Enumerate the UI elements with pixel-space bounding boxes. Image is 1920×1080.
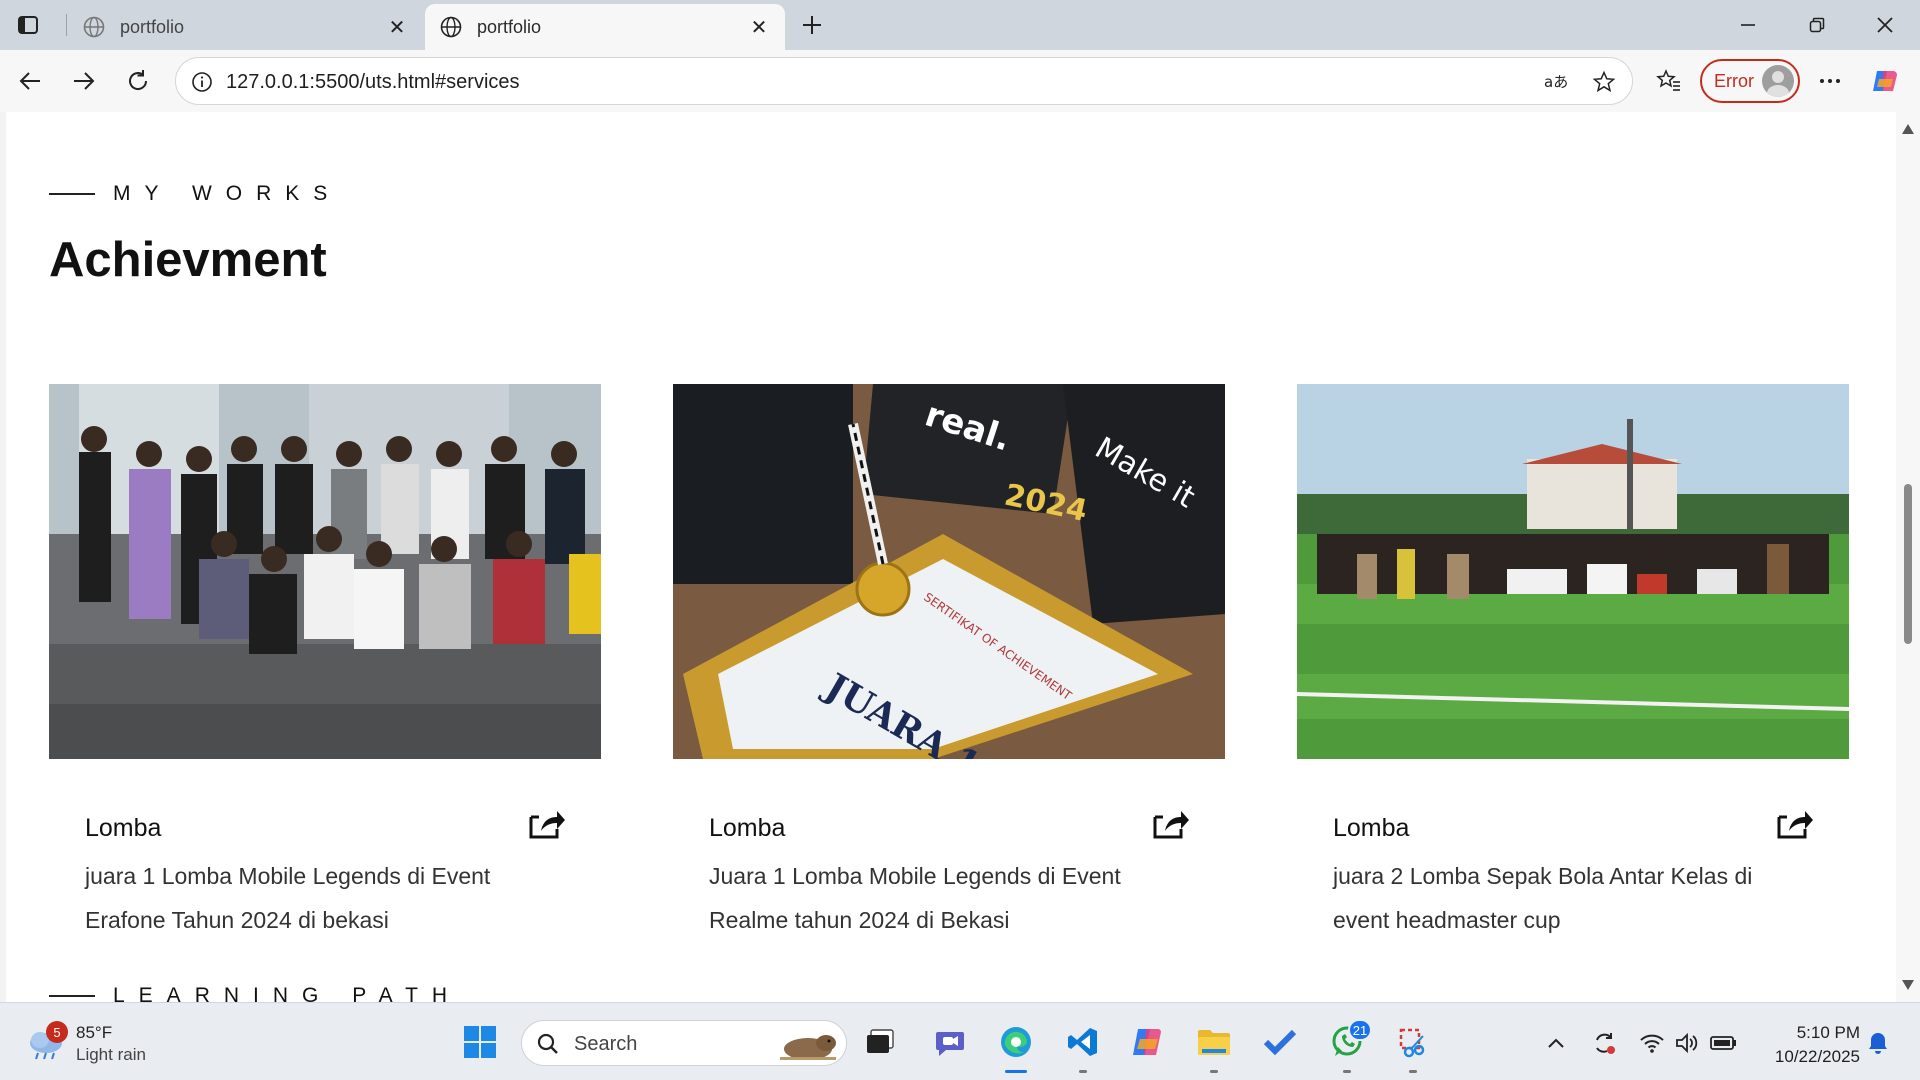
section-label: MY WORKS <box>49 182 341 206</box>
read-aloud-icon[interactable]: aあ <box>1542 68 1570 96</box>
share-icon[interactable] <box>527 807 567 841</box>
more-options-icon[interactable] <box>1812 63 1848 99</box>
achievement-photo-team <box>49 384 601 759</box>
close-icon[interactable]: ✕ <box>385 15 409 39</box>
chevron-up-icon[interactable] <box>1542 1029 1570 1057</box>
tab-portfolio-1[interactable]: portfolio ✕ <box>68 4 423 50</box>
profile-error-label: Error <box>1714 70 1754 91</box>
achievement-photo-football <box>1297 384 1849 759</box>
whatsapp-unread-badge: 21 <box>1348 1019 1372 1041</box>
wifi-icon[interactable] <box>1638 1029 1666 1057</box>
profile-error-button[interactable]: Error <box>1700 59 1800 103</box>
section-label-text: MY WORKS <box>113 182 342 205</box>
taskbar-search[interactable]: Search <box>521 1020 847 1066</box>
scroll-thumb[interactable] <box>1904 484 1912 644</box>
tab-title: portfolio <box>477 16 542 37</box>
page-viewport: MY WORKS Achievment Lomba juara 1 Lomba … <box>6 112 1896 1002</box>
running-app-indicator <box>1343 1070 1351 1073</box>
copilot-app-icon[interactable] <box>1124 1019 1170 1065</box>
clock-time: 5:10 PM <box>1796 1023 1860 1042</box>
battery-icon[interactable] <box>1710 1029 1738 1057</box>
restore-icon[interactable] <box>1782 0 1852 50</box>
search-icon <box>536 1032 560 1056</box>
achievement-card[interactable]: real. Make it 2024 JUARA 1 SERTIFIKAT OF… <box>673 384 1225 933</box>
section-line <box>49 193 95 195</box>
back-icon[interactable] <box>12 63 48 99</box>
file-explorer-icon[interactable] <box>1191 1019 1237 1073</box>
edge-browser-icon[interactable] <box>993 1019 1039 1073</box>
sync-status-icon[interactable] <box>1590 1029 1618 1057</box>
share-icon[interactable] <box>1775 807 1815 841</box>
close-icon[interactable]: ✕ <box>747 15 771 39</box>
tab-actions-icon[interactable] <box>14 11 42 39</box>
weather-condition: Light rain <box>76 1045 146 1064</box>
card-description: Juara 1 Lomba Mobile Legends di Event Re… <box>709 863 1121 933</box>
browser-toolbar: 127.0.0.1:5500/uts.html#services aあ Erro… <box>0 50 1920 112</box>
card-description: juara 2 Lomba Sepak Bola Antar Kelas di … <box>1333 863 1753 933</box>
achievement-photo-certificate: real. Make it 2024 JUARA 1 SERTIFIKAT OF… <box>673 384 1225 759</box>
globe-icon <box>439 15 463 39</box>
card-category: Lomba <box>1333 814 1410 842</box>
volume-icon[interactable] <box>1674 1029 1702 1057</box>
copilot-icon[interactable] <box>1867 63 1903 99</box>
next-section-label-text: LEARNING PATH <box>113 984 462 1002</box>
tab-separator <box>66 14 67 36</box>
page-title: Achievment <box>49 233 327 287</box>
section-line <box>49 995 95 997</box>
card-category: Lomba <box>85 814 162 842</box>
address-bar[interactable]: 127.0.0.1:5500/uts.html#services aあ <box>175 57 1633 105</box>
new-tab-icon[interactable] <box>795 8 829 42</box>
tab-portfolio-2[interactable]: portfolio ✕ <box>425 4 785 50</box>
whatsapp-icon[interactable]: 21 <box>1324 1019 1372 1073</box>
forward-icon[interactable] <box>66 63 102 99</box>
running-app-indicator <box>1409 1070 1417 1073</box>
minimize-icon[interactable] <box>1713 0 1783 50</box>
card-category: Lomba <box>709 814 786 842</box>
achievement-card[interactable]: Lomba juara 2 Lomba Sepak Bola Antar Kel… <box>1297 384 1849 933</box>
system-clock[interactable]: 5:10 PM 10/22/2025 <box>1760 1021 1860 1069</box>
favorite-star-icon[interactable] <box>1590 68 1618 96</box>
url-text[interactable]: 127.0.0.1:5500/uts.html#services <box>226 71 520 94</box>
task-view-icon[interactable] <box>857 1019 903 1065</box>
refresh-icon[interactable] <box>120 63 156 99</box>
svg-text:aあ: aあ <box>1544 73 1568 91</box>
weather-temperature: 85°F <box>76 1023 113 1042</box>
scroll-up-arrow-icon[interactable] <box>1901 122 1915 136</box>
search-placeholder: Search <box>574 1033 638 1055</box>
start-menu-icon[interactable] <box>457 1019 503 1065</box>
weather-widget[interactable]: 5 85°F Light rain <box>26 1021 166 1065</box>
search-highlight-illustration <box>776 1027 840 1061</box>
running-app-indicator <box>1079 1070 1087 1073</box>
vscode-icon[interactable] <box>1060 1019 1106 1073</box>
site-info-icon[interactable] <box>190 70 214 94</box>
snipping-tool-icon[interactable] <box>1390 1019 1436 1073</box>
card-description: juara 1 Lomba Mobile Legends di Event Er… <box>85 863 491 933</box>
scroll-down-arrow-icon[interactable] <box>1901 978 1915 992</box>
page-scrollbar[interactable] <box>1896 112 1920 1002</box>
teams-chat-icon[interactable] <box>927 1019 973 1065</box>
clock-date: 10/22/2025 <box>1774 1047 1860 1066</box>
next-section-label: LEARNING PATH <box>49 984 461 1002</box>
notification-bell-icon[interactable] <box>1864 1029 1892 1057</box>
running-app-indicator <box>1210 1070 1218 1073</box>
share-icon[interactable] <box>1151 807 1191 841</box>
achievement-card[interactable]: Lomba juara 1 Lomba Mobile Legends di Ev… <box>49 384 601 933</box>
tab-title: portfolio <box>120 16 185 37</box>
close-window-icon[interactable] <box>1850 0 1920 50</box>
weather-alert-badge: 5 <box>46 1021 68 1043</box>
taskbar: 5 85°F Light rain Search 21 5:10 PM 10/2… <box>0 1002 1920 1080</box>
avatar <box>1762 65 1794 97</box>
todo-icon[interactable] <box>1257 1019 1303 1065</box>
globe-icon <box>82 15 106 39</box>
tab-strip: portfolio ✕ portfolio ✕ <box>0 0 1920 50</box>
favorites-icon[interactable] <box>1651 63 1687 99</box>
active-app-indicator <box>1005 1070 1027 1073</box>
